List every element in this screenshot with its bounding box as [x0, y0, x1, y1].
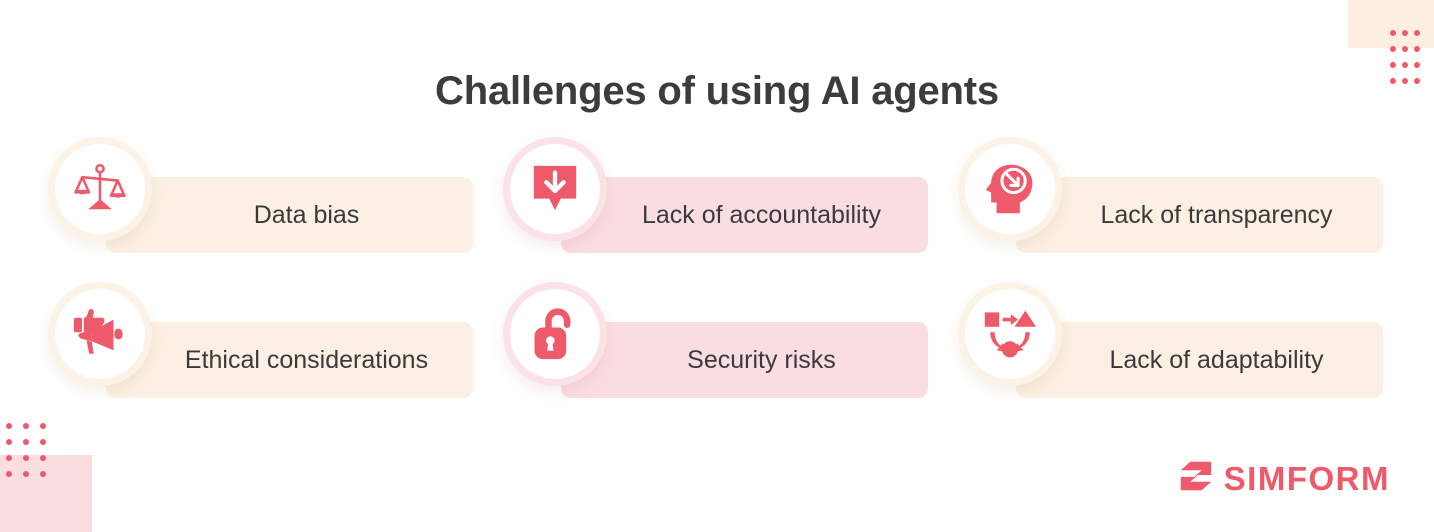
- decor-bottom-left-dots: [6, 423, 57, 487]
- dot: [23, 455, 29, 461]
- challenge-icon-badge: [48, 282, 152, 386]
- dot: [40, 439, 46, 445]
- shapes-cycle-icon: [983, 308, 1037, 360]
- dot: [6, 423, 12, 429]
- challenge-icon-badge: [503, 137, 607, 241]
- challenge-item-security-risks: Security risks: [503, 282, 958, 402]
- challenge-label: Ethical considerations: [184, 345, 429, 374]
- challenge-pill: Ethical considerations: [106, 322, 473, 398]
- dot: [1390, 46, 1396, 52]
- challenge-label: Security risks: [687, 345, 836, 374]
- dot: [40, 471, 46, 477]
- dot: [1390, 30, 1396, 36]
- open-padlock-icon: [531, 307, 579, 361]
- challenge-item-lack-of-accountability: Lack of accountability: [503, 137, 958, 257]
- challenge-item-ethical-considerations: Ethical considerations: [48, 282, 503, 402]
- simform-logo: SIMFORM: [1177, 457, 1390, 500]
- challenge-icon-badge: [958, 137, 1062, 241]
- dot: [1402, 62, 1408, 68]
- dot: [6, 471, 12, 477]
- challenge-pill: Data bias: [106, 177, 473, 253]
- dot: [40, 423, 46, 429]
- page-title: Challenges of using AI agents: [435, 68, 999, 113]
- simform-mark-icon: [1177, 457, 1215, 500]
- challenge-icon-badge: [48, 137, 152, 241]
- challenge-icon-badge: [503, 282, 607, 386]
- challenge-pill: Lack of transparency: [1016, 177, 1383, 253]
- challenge-icon-badge: [958, 282, 1062, 386]
- simform-wordmark: SIMFORM: [1223, 459, 1390, 497]
- dot: [1402, 46, 1408, 52]
- dot: [1390, 62, 1396, 68]
- download-pin-icon: [531, 164, 579, 214]
- thumbs-up-megaphone-icon: [72, 307, 128, 361]
- dot: [6, 455, 12, 461]
- balance-scales-icon: [73, 162, 127, 216]
- challenge-pill: Security risks: [561, 322, 928, 398]
- dot: [6, 439, 12, 445]
- head-arrow-icon: [984, 163, 1036, 215]
- challenges-grid: Data bias Lack of accountability Lack of…: [48, 137, 1388, 427]
- challenge-pill: Lack of accountability: [561, 177, 928, 253]
- challenge-label: Data bias: [253, 200, 360, 229]
- dot: [40, 455, 46, 461]
- challenge-label: Lack of accountability: [641, 200, 882, 229]
- dot: [1402, 30, 1408, 36]
- challenge-item-lack-of-transparency: Lack of transparency: [958, 137, 1388, 257]
- dot: [1414, 46, 1420, 52]
- dot: [23, 439, 29, 445]
- dot: [1414, 62, 1420, 68]
- challenge-label: Lack of transparency: [1100, 200, 1333, 229]
- dot: [1414, 30, 1420, 36]
- dot: [23, 471, 29, 477]
- challenge-label: Lack of adaptability: [1109, 345, 1324, 374]
- challenge-item-data-bias: Data bias: [48, 137, 503, 257]
- challenge-item-lack-of-adaptability: Lack of adaptability: [958, 282, 1388, 402]
- challenge-pill: Lack of adaptability: [1016, 322, 1383, 398]
- dot: [23, 423, 29, 429]
